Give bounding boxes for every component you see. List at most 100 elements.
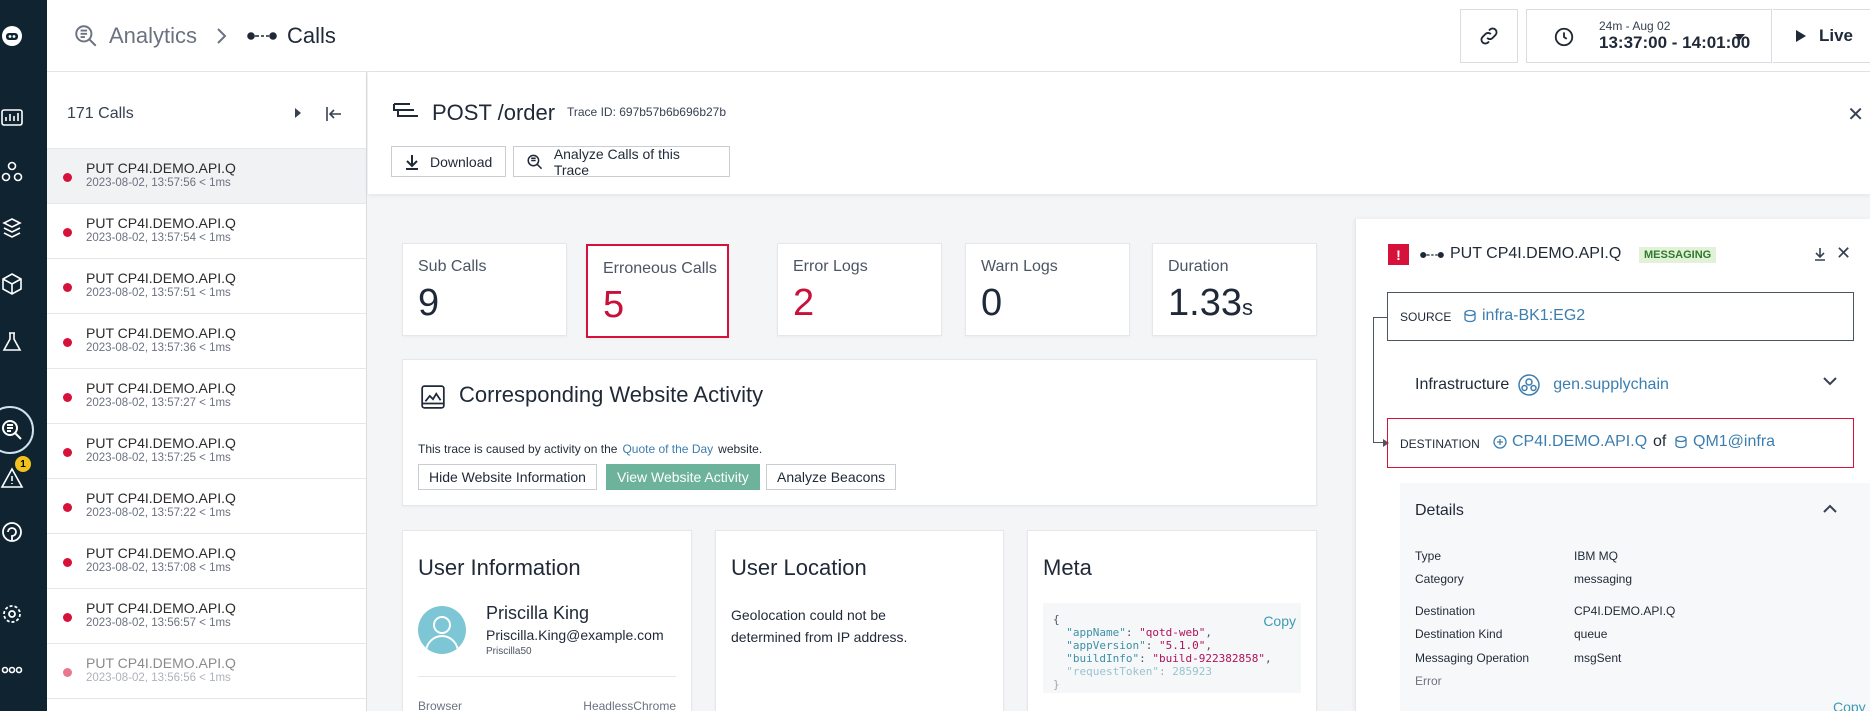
copy-meta-button[interactable]: Copy — [1263, 613, 1296, 629]
call-count: 171 Calls — [67, 105, 134, 122]
dashboard-icon[interactable] — [0, 106, 24, 130]
user-email: Priscilla.King@example.com — [486, 627, 664, 643]
website-link[interactable]: Quote of the Day — [622, 442, 713, 456]
clock-icon — [1554, 27, 1574, 47]
time-range-picker[interactable]: 24m - Aug 02 13:37:00 - 14:01:00 — [1526, 9, 1772, 63]
source-link[interactable]: infra-BK1:EG2 — [1463, 307, 1585, 325]
call-title: PUT CP4I.DEMO.API.Q — [86, 160, 236, 176]
analytics-icon[interactable] — [0, 418, 24, 442]
caret-right-icon[interactable] — [293, 107, 303, 119]
call-detail-panel: ! PUT CP4I.DEMO.API.Q MESSAGING ✕ SOURCE… — [1355, 219, 1870, 711]
call-list-item[interactable]: PUT CP4I.DEMO.API.Q 2023-08-02, 13:56:57 … — [47, 589, 366, 644]
call-list-item[interactable]: PUT CP4I.DEMO.API.Q 2023-08-02, 13:57:51 … — [47, 259, 366, 314]
analyze-beacons-button[interactable]: Analyze Beacons — [766, 464, 897, 490]
trace-title: POST /order — [432, 100, 556, 125]
stat-sub-calls[interactable]: Sub Calls 9 — [402, 243, 567, 336]
destination-value: CP4I.DEMO.API.Q — [1512, 433, 1648, 450]
error-status-dot — [63, 283, 72, 292]
detail-key-messaging-operation: Messaging Operation — [1415, 651, 1530, 665]
analytics-small-icon — [527, 154, 543, 169]
infrastructure-row[interactable]: Infrastructure gen.supplychain — [1415, 373, 1669, 397]
infrastructure-group-icon — [1518, 374, 1541, 396]
more-icon[interactable] — [0, 658, 24, 682]
infra-label: Infrastructure — [1415, 376, 1510, 393]
messaging-tag: MESSAGING — [1639, 247, 1717, 263]
avatar — [418, 606, 466, 654]
agent-logo-icon[interactable] — [0, 24, 24, 48]
destination-of: of — [1653, 433, 1667, 450]
stat-value: 0 — [981, 282, 1003, 324]
collapse-panel-icon[interactable] — [325, 105, 343, 123]
live-label: Live — [1819, 26, 1854, 45]
alerts-badge: 1 — [15, 456, 31, 472]
call-list-item[interactable]: PUT CP4I.DEMO.API.Q 2023-08-02, 13:57:54 … — [47, 204, 366, 259]
call-list-item[interactable]: PUT CP4I.DEMO.API.Q 2023-08-02, 13:57:08 … — [47, 534, 366, 589]
close-icon[interactable]: ✕ — [1847, 102, 1864, 127]
breadcrumb-current-label: Calls — [287, 23, 336, 48]
user-info-title: User Information — [418, 555, 581, 580]
stat-erroneous-calls[interactable]: Erroneous Calls 5 — [586, 244, 729, 338]
website-icon[interactable] — [0, 520, 24, 544]
activity-text-before: This trace is caused by activity on the — [418, 442, 618, 456]
flow-connector — [1373, 317, 1389, 447]
source-box: SOURCE infra-BK1:EG2 — [1387, 292, 1854, 341]
call-meta: 2023-08-02, 13:56:56 < 1ms — [86, 672, 231, 684]
pipeline-icon[interactable] — [0, 330, 24, 354]
call-flow-icon — [1420, 251, 1444, 259]
json-value: "build-922382858" — [1152, 652, 1265, 665]
download-label: Download — [430, 153, 493, 170]
live-button[interactable]: Live — [1773, 9, 1870, 63]
caret-down-icon — [1735, 34, 1745, 40]
json-key: "appVersion" — [1066, 639, 1146, 652]
error-status-dot — [63, 173, 72, 182]
play-icon — [1796, 30, 1806, 42]
stat-duration[interactable]: Duration 1.33s — [1152, 243, 1317, 336]
website-activity-card: Corresponding Website Activity This trac… — [402, 359, 1317, 506]
breadcrumb-analytics[interactable]: Analytics — [73, 20, 197, 52]
call-meta: 2023-08-02, 13:57:54 < 1ms — [86, 232, 231, 244]
call-list-item[interactable]: PUT CP4I.DEMO.API.Q 2023-08-02, 13:57:22 … — [47, 479, 366, 534]
stat-warn-logs[interactable]: Warn Logs 0 — [965, 243, 1130, 336]
call-meta: 2023-08-02, 13:57:36 < 1ms — [86, 342, 231, 354]
call-list-item[interactable]: PUT CP4I.DEMO.API.Q 2023-08-02, 13:57:36 … — [47, 314, 366, 369]
download-icon — [406, 154, 418, 170]
stat-label: Duration — [1168, 258, 1229, 275]
call-list-item[interactable]: PUT CP4I.DEMO.API.Q 2023-08-02, 13:57:25 … — [47, 424, 366, 479]
call-list-item[interactable]: PUT CP4I.DEMO.API.Q 2023-08-02, 13:57:56 … — [47, 149, 366, 204]
chevron-up-icon[interactable] — [1822, 504, 1838, 514]
user-handle: Priscilla50 — [486, 646, 532, 657]
stat-error-logs[interactable]: Error Logs 2 — [777, 243, 942, 336]
analyze-calls-button[interactable]: Analyze Calls of this Trace — [513, 146, 730, 178]
details-title[interactable]: Details — [1415, 502, 1464, 520]
json-value: "qotd-web" — [1139, 626, 1206, 639]
breadcrumb-calls: Calls — [247, 20, 336, 52]
copy-error-button[interactable]: Copy — [1833, 699, 1866, 711]
error-flag-icon: ! — [1388, 244, 1409, 265]
call-title: PUT CP4I.DEMO.API.Q — [86, 545, 236, 561]
chevron-down-icon[interactable] — [1822, 376, 1838, 386]
analytics-breadcrumb-icon — [75, 25, 97, 47]
infrastructure-icon[interactable] — [0, 272, 24, 296]
copy-link-button[interactable] — [1460, 9, 1518, 63]
queue-icon — [1493, 435, 1507, 449]
detail-value-type: IBM MQ — [1574, 549, 1618, 563]
settings-icon[interactable] — [0, 602, 24, 626]
queue-manager-link[interactable]: QM1@infra — [1674, 433, 1775, 451]
browser-value: HeadlessChrome — [583, 699, 676, 711]
destination-link[interactable]: CP4I.DEMO.API.Q — [1493, 433, 1647, 451]
hide-website-info-button[interactable]: Hide Website Information — [418, 464, 597, 490]
applications-icon[interactable] — [0, 160, 24, 184]
call-list-item[interactable]: PUT CP4I.DEMO.API.Q 2023-08-02, 13:56:56 … — [47, 644, 366, 699]
error-status-dot — [63, 503, 72, 512]
infra-value[interactable]: gen.supplychain — [1553, 376, 1669, 394]
call-title: PUT CP4I.DEMO.API.Q — [86, 435, 236, 451]
download-icon[interactable] — [1814, 247, 1826, 261]
stat-label: Warn Logs — [981, 258, 1058, 275]
stat-value: 1.33s — [1168, 282, 1253, 324]
download-button[interactable]: Download — [391, 146, 506, 177]
call-list-item[interactable]: PUT CP4I.DEMO.API.Q 2023-08-02, 13:57:27 … — [47, 369, 366, 424]
close-icon[interactable]: ✕ — [1836, 243, 1851, 264]
json-value: 285923 — [1172, 665, 1212, 678]
view-website-activity-button[interactable]: View Website Activity — [606, 464, 760, 490]
services-icon[interactable] — [0, 216, 24, 240]
